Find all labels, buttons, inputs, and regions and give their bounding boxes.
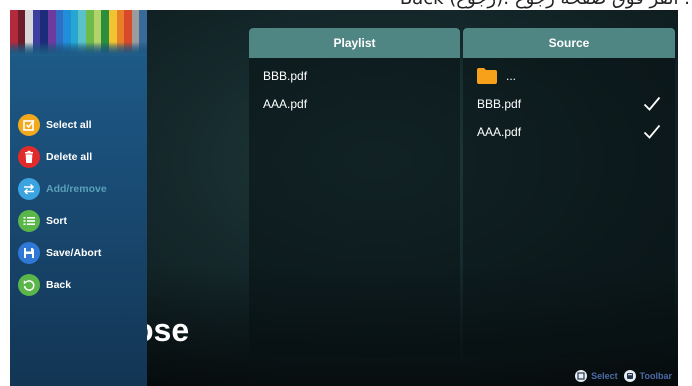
playlist-header: Playlist: [249, 28, 460, 58]
playlist-panel: Playlist BBB.pdf AAA.pdf: [249, 28, 460, 358]
toolbar-button-icon: [623, 370, 636, 382]
add-remove-label: Add/remove: [46, 183, 107, 195]
checkmark-icon: [643, 96, 661, 112]
parent-folder-label: ...: [506, 69, 517, 83]
playlist-item[interactable]: AAA.pdf: [249, 90, 460, 118]
save-abort-label: Save/Abort: [46, 247, 102, 259]
checkmark-icon: [643, 124, 661, 140]
pencil-stripe: [124, 10, 132, 56]
select-all-label: Select all: [46, 119, 92, 131]
ok-button-icon: [575, 370, 588, 382]
pencil-banner-image: [10, 10, 147, 56]
select-hint-label: Select: [591, 371, 618, 381]
pencil-stripe: [139, 10, 147, 56]
pencil-stripe: [93, 10, 102, 56]
pencil-stripe: [70, 10, 79, 56]
source-item[interactable]: AAA.pdf: [463, 118, 675, 146]
save-icon: [18, 242, 40, 264]
swap-icon: [18, 178, 40, 200]
select-all-button[interactable]: Select all: [18, 109, 107, 141]
pencil-stripe: [10, 10, 18, 56]
sort-button[interactable]: Sort: [18, 205, 107, 237]
source-item[interactable]: BBB.pdf: [463, 90, 675, 118]
back-icon: [18, 274, 40, 296]
pencil-stripe: [101, 10, 109, 56]
pencil-stripe: [78, 10, 87, 56]
delete-all-label: Delete all: [46, 151, 93, 163]
sidebar: Select all Delete all Add/remove Sort Sa…: [10, 10, 147, 386]
list-icon: [18, 210, 40, 232]
select-all-icon: [18, 114, 40, 136]
sort-label: Sort: [46, 215, 67, 227]
source-item-label: AAA.pdf: [477, 125, 522, 139]
folder-icon: [477, 68, 497, 84]
pencil-stripe: [108, 10, 117, 56]
pencil-stripe: [25, 10, 33, 56]
add-remove-button[interactable]: Add/remove: [18, 173, 107, 205]
pencil-stripe: [116, 10, 125, 56]
toolbar-hint-label: Toolbar: [639, 371, 672, 381]
pencil-stripe: [48, 10, 56, 56]
pencil-stripe: [63, 10, 71, 56]
save-abort-button[interactable]: Save/Abort: [18, 237, 107, 269]
playlist-item[interactable]: BBB.pdf: [249, 62, 460, 90]
source-item-label: BBB.pdf: [477, 97, 522, 111]
pencil-stripe: [32, 10, 41, 56]
back-button[interactable]: Back: [18, 269, 107, 301]
source-panel: Source ... BBB.pdf AAA.pdf: [463, 28, 675, 358]
sidebar-menu: Select all Delete all Add/remove Sort Sa…: [18, 109, 107, 301]
pencil-stripe: [131, 10, 140, 56]
pencil-stripe: [55, 10, 64, 56]
playlist-list: BBB.pdf AAA.pdf: [249, 58, 460, 118]
source-list: ... BBB.pdf AAA.pdf: [463, 58, 675, 146]
cropped-caption: Back (رجوع): انقر فوق صفحة رجوع .: [270, 0, 690, 9]
source-header: Source: [463, 28, 675, 58]
delete-all-button[interactable]: Delete all: [18, 141, 107, 173]
parent-folder-item[interactable]: ...: [463, 62, 675, 90]
pencil-stripe: [40, 10, 49, 56]
remote-hints: Select Toolbar: [575, 370, 672, 382]
trash-icon: [18, 146, 40, 168]
pencil-stripe: [86, 10, 94, 56]
screenshot: Back (رجوع): انقر فوق صفحة رجوع . ose Se…: [0, 0, 692, 386]
pencil-stripe: [17, 10, 26, 56]
back-label: Back: [46, 279, 72, 291]
tv-screen: ose Select all Delete all Add/remove Sor…: [10, 10, 678, 386]
